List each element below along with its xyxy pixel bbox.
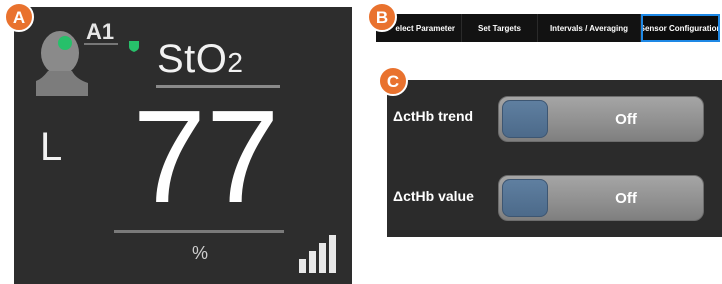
unit-label: % [192, 243, 209, 263]
tab-sensor-configuration[interactable]: Sensor Configuration [641, 14, 720, 42]
toggle-state-value: Off [615, 189, 637, 207]
callout-letter-b: B [375, 7, 389, 27]
parameter-label[interactable]: StO2 [157, 37, 243, 82]
toggle-label-value: ΔctHb value [393, 188, 474, 204]
value-underline [114, 230, 284, 233]
oximetry-tile[interactable]: A1 StO2 L 77 % [14, 7, 352, 284]
sensor-site-marker [58, 36, 72, 50]
parameter-name: StO [157, 37, 228, 81]
channel-label: A1 [86, 19, 115, 44]
trend-toggle[interactable]: Off [498, 96, 704, 142]
callout-letter-c: C [386, 71, 400, 91]
main-value: 77 [132, 83, 280, 230]
toggle-row-value: ΔctHb value Off [387, 171, 722, 231]
channel-underline [84, 43, 118, 45]
value-toggle[interactable]: Off [498, 175, 704, 221]
patient-head-icon [36, 31, 88, 96]
toggle-row-trend: ΔctHb trend Off [387, 92, 722, 152]
settings-tab-bar: elect Parameter Set Targets Intervals / … [376, 14, 720, 42]
tab-intervals-averaging[interactable]: Intervals / Averaging [538, 14, 641, 42]
callout-letter-a: A [12, 7, 26, 27]
signal-strength-bars-icon [299, 235, 336, 273]
side-label: L [40, 125, 63, 169]
toggle-state-trend: Off [615, 110, 637, 128]
toggle-label-trend: ΔctHb trend [393, 108, 474, 124]
parameter-subscript: 2 [227, 47, 244, 78]
sensor-configuration-panel: ΔctHb trend Off ΔctHb value Off [387, 80, 722, 237]
tab-set-targets[interactable]: Set Targets [462, 14, 538, 42]
callout-badge-b: B [367, 2, 397, 32]
toggle-knob[interactable] [502, 100, 548, 138]
callout-badge-a: A [4, 2, 34, 32]
callout-badge-c: C [378, 66, 408, 96]
toggle-knob[interactable] [502, 179, 548, 217]
green-shield-icon [129, 41, 139, 52]
